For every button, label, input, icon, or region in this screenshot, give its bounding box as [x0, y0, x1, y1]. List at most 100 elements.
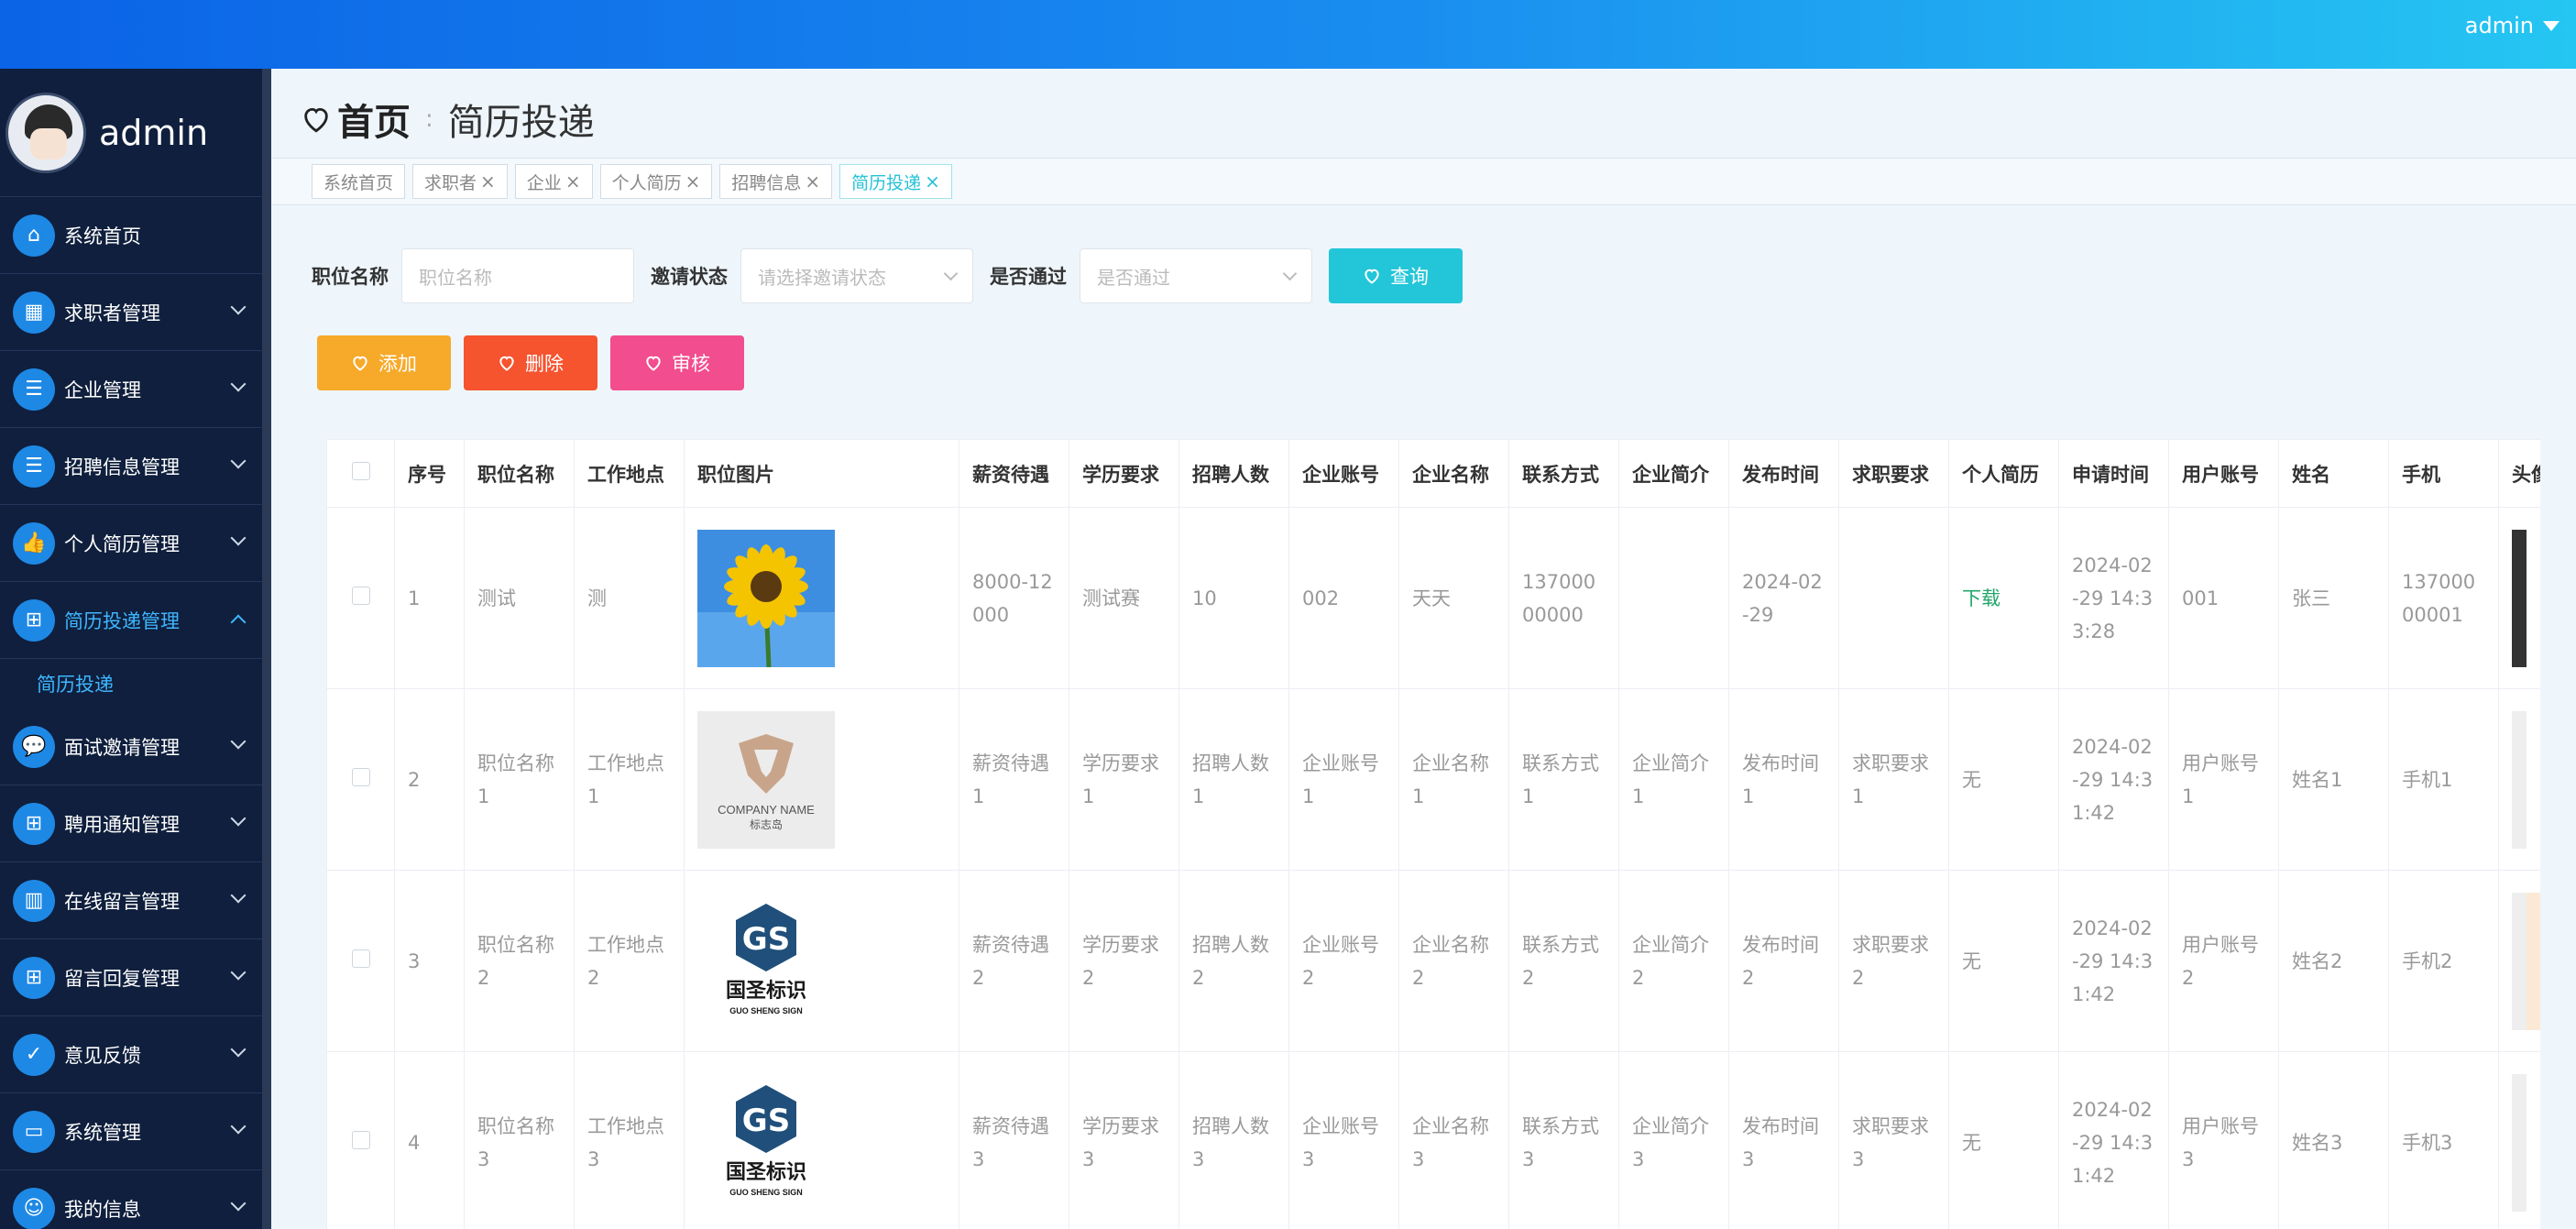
cell-contact: 联系方式1	[1508, 688, 1619, 871]
close-icon[interactable]: ×	[805, 170, 820, 192]
cell-count: 招聘人数3	[1178, 1051, 1289, 1229]
close-icon[interactable]: ×	[480, 170, 496, 192]
add-button[interactable]: 添加	[317, 335, 451, 390]
tab-tag[interactable]: 系统首页	[312, 164, 406, 199]
user-menu[interactable]: admin	[2465, 13, 2560, 38]
cell-edu: 学历要求3	[1069, 1051, 1179, 1229]
home-icon: ⌂	[13, 214, 55, 257]
tab-tag[interactable]: 求职者 ×	[412, 164, 508, 199]
avatar-cell	[2498, 507, 2540, 689]
sidebar-item-label: 招聘信息管理	[64, 455, 180, 478]
job-name-input[interactable]: 职位名称	[401, 248, 634, 303]
chevron-down-icon	[230, 733, 247, 750]
sidebar-item[interactable]: ⌂ 系统首页	[0, 197, 271, 274]
select-all-checkbox[interactable]	[351, 462, 370, 480]
cell-name: 姓名2	[2278, 870, 2389, 1052]
invite-status-select[interactable]: 请选择邀请状态	[740, 248, 973, 303]
sidebar-item-label: 简历投递管理	[64, 609, 180, 632]
breadcrumb-home[interactable]: 首页	[337, 93, 411, 146]
svg-text:GS: GS	[742, 1103, 790, 1139]
chevron-down-icon	[1282, 266, 1298, 280]
row-checkbox[interactable]	[351, 586, 370, 605]
job-name-label: 职位名称	[312, 266, 389, 288]
column-header: 用户账号	[2168, 439, 2279, 508]
tab-tag-label: 系统首页	[323, 172, 394, 193]
table-row[interactable]: 3 职位名称2 工作地点2 GS 国圣标识 GUO SHENG SIGN 薪资待遇2 学历要求…	[326, 870, 2540, 1052]
avatar	[2512, 892, 2540, 1030]
row-checkbox[interactable]	[351, 949, 370, 968]
cell-phone: 手机1	[2388, 688, 2499, 871]
resume-value: 无	[1962, 949, 1981, 972]
table-row[interactable]: 2 职位名称1 工作地点1 COMPANY NAME 标志岛 薪资待遇1 学历要求1 招聘人数…	[326, 688, 2540, 871]
avatar	[2512, 529, 2540, 667]
sidebar-item[interactable]: ☺ 我的信息	[0, 1170, 271, 1229]
sidebar-item[interactable]: ⊞ 留言回复管理	[0, 939, 271, 1016]
apps-icon: ⊞	[13, 598, 55, 642]
avatar	[2512, 1073, 2540, 1212]
row-checkbox[interactable]	[351, 767, 370, 786]
logo-text: GUO SHENG SIGN	[729, 1188, 803, 1197]
logo-text: 国圣标识	[726, 979, 806, 1003]
sidebar-item[interactable]: ⊞ 简历投递管理	[0, 582, 271, 659]
cell-count: 10	[1178, 507, 1289, 689]
tab-tag-label: 简历投递	[851, 172, 922, 193]
download-link[interactable]: 下载	[1962, 587, 2001, 609]
sidebar-item[interactable]: ▭ 系统管理	[0, 1093, 271, 1170]
chevron-down-icon	[230, 810, 247, 827]
chevron-down-icon	[230, 887, 247, 904]
sidebar-scrollbar[interactable]	[262, 69, 271, 1229]
close-icon[interactable]: ×	[685, 170, 701, 192]
close-icon[interactable]: ×	[925, 170, 940, 192]
sidebar-item[interactable]: ☰ 企业管理	[0, 351, 271, 428]
query-button[interactable]: 查询	[1329, 248, 1463, 303]
tab-tag[interactable]: 招聘信息 ×	[719, 164, 833, 199]
row-select-cell	[326, 1051, 395, 1229]
top-bar: admin	[0, 0, 2576, 69]
sidebar-item[interactable]: ▦ 求职者管理	[0, 274, 271, 351]
column-header: 手机	[2388, 439, 2499, 508]
delete-button[interactable]: 删除	[464, 335, 597, 390]
column-header: 薪资待遇	[959, 439, 1069, 508]
cell-place: 工作地点2	[574, 870, 685, 1052]
audit-button[interactable]: 审核	[610, 335, 744, 390]
sidebar-item[interactable]: ▥ 在线留言管理	[0, 862, 271, 939]
sidebar: admin ⌂ 系统首页 ▦ 求职者管理 ☰ 企业管理 ☰ 招聘信息管理 👍 个人简历管理 ⊞ 简历投…	[0, 69, 271, 1229]
heart-icon	[646, 356, 661, 371]
cell-company: 天天	[1398, 507, 1509, 689]
job-image-cell: GS 国圣标识 GUO SHENG SIGN	[684, 1051, 959, 1229]
tags-bar: 系统首页 求职者 × 企业 × 个人简历 × 招聘信息 × 简历投递 ×	[271, 158, 2576, 205]
cell-intro: 企业简介1	[1618, 688, 1729, 871]
cell-company: 企业名称2	[1398, 870, 1509, 1052]
tab-tag[interactable]: 企业 ×	[514, 164, 593, 199]
sidebar-user: admin	[0, 69, 271, 197]
logo-text: 国圣标识	[726, 1160, 806, 1184]
column-header: 企业账号	[1288, 439, 1399, 508]
job-image	[697, 529, 835, 667]
pass-status-select[interactable]: 是否通过	[1080, 248, 1312, 303]
user-icon: ☺	[13, 1187, 55, 1229]
column-header: 求职要求	[1838, 439, 1949, 508]
cell-seq: 3	[394, 870, 465, 1052]
caret-down-icon	[2543, 20, 2560, 31]
cell-edu: 测试赛	[1069, 507, 1179, 689]
sidebar-item-label: 我的信息	[64, 1198, 141, 1221]
table-row[interactable]: 4 职位名称3 工作地点3 GS 国圣标识 GUO SHENG SIGN 薪资待遇3 学历要求…	[326, 1051, 2540, 1229]
tab-tag[interactable]: 个人简历 ×	[599, 164, 713, 199]
table-row[interactable]: 1 测试测 8000-12000 测试赛 10 002 天天 13700000000 2024-…	[326, 507, 2540, 689]
sidebar-item[interactable]: 💬 面试邀请管理	[0, 708, 271, 785]
sidebar-item[interactable]: ⊞ 聘用通知管理	[0, 785, 271, 862]
sidebar-subitem[interactable]: 简历投递	[0, 659, 271, 708]
cell-place: 测	[574, 507, 685, 689]
row-checkbox[interactable]	[351, 1130, 370, 1149]
close-icon[interactable]: ×	[565, 170, 581, 192]
sidebar-item[interactable]: ☰ 招聘信息管理	[0, 428, 271, 505]
list-icon: ☰	[13, 444, 55, 488]
cell-apply: 2024-02-29 14:31:42	[2058, 870, 2169, 1052]
cell-account: 002	[1288, 507, 1399, 689]
sidebar-item[interactable]: 👍 个人简历管理	[0, 505, 271, 582]
chevron-down-icon	[230, 299, 247, 315]
sidebar-item[interactable]: ✓ 意见反馈	[0, 1016, 271, 1093]
job-image: GS 国圣标识 GUO SHENG SIGN	[697, 1073, 835, 1212]
tab-tag[interactable]: 简历投递 ×	[839, 164, 952, 199]
cell-apply: 2024-02-29 14:31:42	[2058, 1051, 2169, 1229]
